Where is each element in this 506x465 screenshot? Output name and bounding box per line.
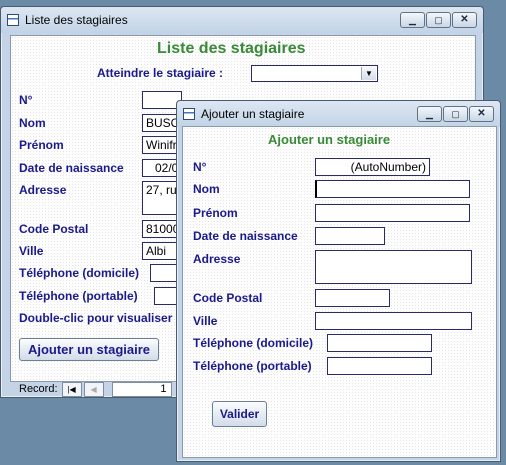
num-label: N°: [19, 93, 33, 107]
tel-port-field[interactable]: [327, 357, 432, 375]
form-heading: Ajouter un stagiaire: [268, 132, 391, 147]
title-bar[interactable]: Ajouter un stagiaire ▁ ▢ ✕: [177, 101, 500, 127]
close-icon[interactable]: ✕: [469, 106, 494, 122]
tel-dom-label: Téléphone (domicile): [19, 266, 140, 280]
ville-label: Ville: [19, 244, 44, 258]
title-bar[interactable]: Liste des stagiaires ▁ ▢ ✕: [1, 7, 483, 33]
tel-port-label: Téléphone (portable): [193, 359, 312, 373]
window-title: Liste des stagiaires: [25, 13, 128, 27]
current-record-field[interactable]: 1: [111, 381, 172, 397]
cp-label: Code Postal: [193, 291, 263, 305]
naissance-label: Date de naissance: [19, 161, 124, 175]
tel-port-label: Téléphone (portable): [19, 289, 138, 303]
adresse-label: Adresse: [19, 183, 67, 197]
nom-label: Nom: [193, 182, 220, 196]
form-icon: [183, 108, 195, 120]
goto-combobox[interactable]: ▼: [251, 65, 378, 82]
record-navigator: Record: |◀ ◀ 1: [19, 380, 172, 398]
dropdown-arrow-icon[interactable]: ▼: [361, 67, 376, 80]
minimize-icon[interactable]: ▁: [417, 106, 442, 122]
adresse-field[interactable]: [315, 250, 472, 284]
goto-label: Atteindre le stagiaire :: [97, 66, 224, 80]
record-label: Record:: [19, 383, 58, 395]
form-icon: [7, 14, 19, 26]
num-field[interactable]: (AutoNumber): [315, 158, 430, 176]
cp-field[interactable]: [315, 289, 390, 307]
ville-field[interactable]: [315, 312, 472, 330]
close-icon[interactable]: ✕: [452, 12, 477, 28]
tel-dom-label: Téléphone (domicile): [193, 336, 314, 350]
cp-label: Code Postal: [19, 222, 89, 236]
ville-label: Ville: [193, 314, 218, 328]
form-body: Ajouter un stagiaire N° (AutoNumber) Nom…: [182, 126, 497, 458]
naissance-label: Date de naissance: [193, 229, 298, 243]
nom-label: Nom: [19, 116, 46, 130]
add-stagiaire-button[interactable]: Ajouter un stagiaire: [19, 338, 159, 361]
validate-button[interactable]: Valider: [212, 401, 267, 427]
prenom-label: Prénom: [193, 206, 238, 220]
dblclick-label: Double-clic pour visualiser: [19, 311, 173, 325]
maximize-icon[interactable]: ▢: [443, 106, 468, 122]
first-record-icon[interactable]: |◀: [61, 381, 82, 397]
ajouter-stagiaire-window: Ajouter un stagiaire ▁ ▢ ✕ Ajouter un st…: [176, 100, 501, 462]
window-title: Ajouter un stagiaire: [201, 107, 305, 121]
tel-dom-field[interactable]: [327, 334, 432, 352]
naissance-field[interactable]: [315, 227, 385, 245]
minimize-icon[interactable]: ▁: [400, 12, 425, 28]
num-label: N°: [193, 160, 207, 174]
maximize-icon[interactable]: ▢: [426, 12, 451, 28]
nom-field[interactable]: [315, 180, 470, 198]
prev-record-icon[interactable]: ◀: [83, 381, 104, 397]
prenom-field[interactable]: [315, 204, 470, 222]
form-heading: Liste des stagiaires: [157, 40, 306, 57]
adresse-label: Adresse: [193, 252, 241, 266]
prenom-label: Prénom: [19, 138, 64, 152]
